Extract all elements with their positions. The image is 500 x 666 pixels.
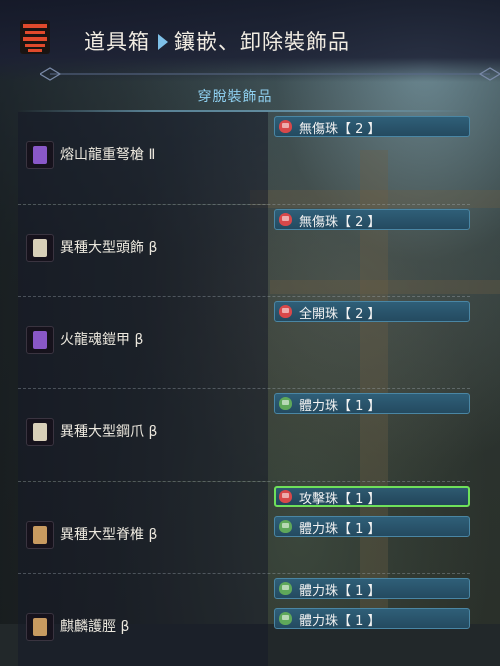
menu-header: 道具箱 鑲嵌、卸除裝飾品 [0,0,500,82]
decoration-label: 體力珠【 1 】 [299,399,381,414]
decoration-label: 體力珠【 1 】 [299,584,381,599]
decoration-slot[interactable]: 全開珠【 2 】 [274,301,470,322]
row-divider [18,296,470,297]
green-jewel-icon [279,612,292,625]
panel-title: 穿脫裝飾品 [197,89,273,105]
decoration-slot[interactable]: 體力珠【 1 】 [274,608,470,629]
equipment-row[interactable]: 麒麟護脛 β 體力珠【 1 】體力珠【 1 】 [18,574,470,666]
red-jewel-icon [279,213,292,226]
equipment-row[interactable]: 火龍魂鎧甲 β 全開珠【 2 】 [18,297,470,389]
decoration-label: 無傷珠【 2 】 [299,122,381,137]
gauntlet-icon [26,418,54,446]
green-jewel-icon [279,397,292,410]
chest-armor-icon-glyph [33,331,47,349]
red-jewel-icon [279,305,292,318]
heavy-bowgun-icon-glyph [33,146,47,164]
decoration-slot[interactable]: 無傷珠【 2 】 [274,209,470,230]
equipment-name: 麒麟護脛 β [60,619,130,635]
gauntlet-icon-glyph [33,423,47,441]
equipment-name: 異種大型頭飾 β [60,240,158,256]
decoration-panel: 穿脫裝飾品 熔山龍重弩槍 Ⅱ 無傷珠【 2 】異種大型頭飾 β 無傷珠【 2 】火龍… [0,82,500,666]
decoration-label: 攻擊珠【 1 】 [299,492,381,507]
equipment-row-background [18,574,268,666]
decoration-label: 無傷珠【 2 】 [299,215,381,230]
decoration-slot[interactable]: 體力珠【 1 】 [274,578,470,599]
greaves-icon-glyph [33,618,47,636]
header-ornament [40,67,500,81]
equipment-name: 火龍魂鎧甲 β [60,332,144,348]
equipment-name: 異種大型鋼爪 β [60,424,158,440]
greaves-icon [26,613,54,641]
decoration-label: 全開珠【 2 】 [299,307,381,322]
row-divider [18,388,470,389]
equipment-name: 異種大型脊椎 β [60,527,158,543]
equipment-row[interactable]: 異種大型頭飾 β 無傷珠【 2 】 [18,205,470,297]
waist-armor-icon-glyph [33,526,47,544]
helm-icon-glyph [33,239,47,257]
green-jewel-icon [279,520,292,533]
decoration-label: 體力珠【 1 】 [299,614,381,629]
breadcrumb-arrow-icon [158,34,168,50]
breadcrumb-current: 鑲嵌、卸除裝飾品 [174,30,350,54]
item-box-icon [20,20,50,54]
decoration-slot[interactable]: 體力珠【 1 】 [274,516,470,537]
decoration-slot-selected[interactable]: 攻擊珠【 1 】 [274,486,470,507]
breadcrumb-section[interactable]: 道具箱 [84,30,150,54]
waist-armor-icon [26,521,54,549]
equipment-row[interactable]: 熔山龍重弩槍 Ⅱ 無傷珠【 2 】 [18,112,470,204]
page-title: 道具箱 鑲嵌、卸除裝飾品 [84,26,350,56]
row-divider [18,481,470,482]
red-jewel-icon [279,490,292,503]
chest-armor-icon [26,326,54,354]
decoration-label: 體力珠【 1 】 [299,522,381,537]
row-divider [18,573,470,574]
row-divider [18,204,470,205]
helm-icon [26,234,54,262]
decoration-slot[interactable]: 體力珠【 1 】 [274,393,470,414]
equipment-name: 熔山龍重弩槍 Ⅱ [60,147,156,163]
equipment-row[interactable]: 異種大型鋼爪 β 體力珠【 1 】 [18,389,470,481]
green-jewel-icon [279,582,292,595]
heavy-bowgun-icon [26,141,54,169]
decoration-slot[interactable]: 無傷珠【 2 】 [274,116,470,137]
equipment-row[interactable]: 異種大型脊椎 β 攻擊珠【 1 】體力珠【 1 】 [18,482,470,574]
red-jewel-icon [279,120,292,133]
